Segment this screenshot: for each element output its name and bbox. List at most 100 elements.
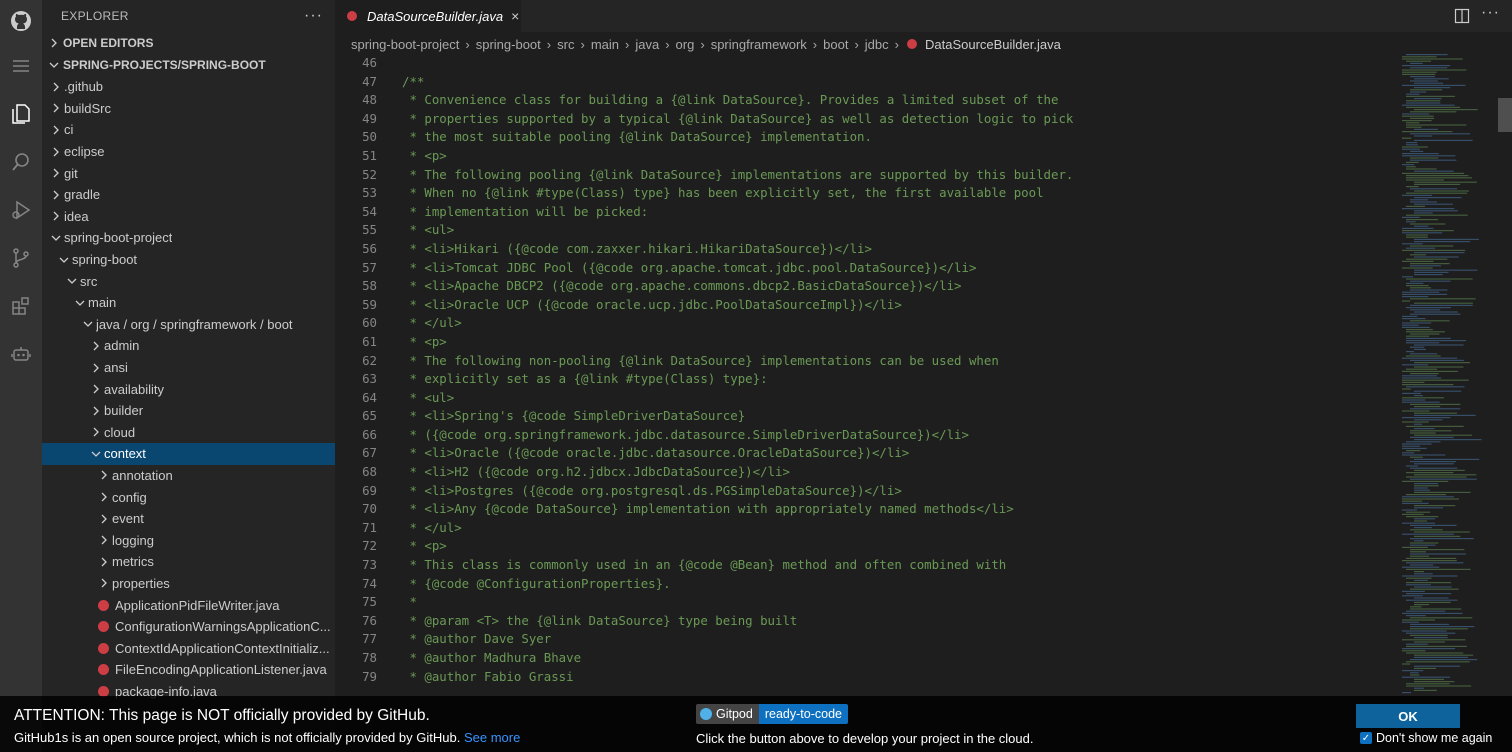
gitpod-badge[interactable]: Gitpod ready-to-code — [696, 704, 848, 724]
folder-item[interactable]: .github — [42, 76, 335, 98]
breadcrumb-separator-icon: › — [700, 36, 705, 52]
line-number: 51 — [362, 147, 377, 163]
folder-item[interactable]: main — [42, 292, 335, 314]
folder-item[interactable]: context — [42, 443, 335, 465]
folder-item[interactable]: java / org / springframework / boot — [42, 314, 335, 336]
breadcrumb-item[interactable]: main — [591, 37, 619, 52]
code-line: 50 * the most suitable pooling {@link Da… — [335, 128, 1405, 147]
code-view[interactable]: 46 47 /** 48 * Convenience class for buildi… — [335, 54, 1405, 686]
folder-item[interactable]: cloud — [42, 422, 335, 444]
breadcrumb-item[interactable]: jdbc — [865, 37, 889, 52]
breadcrumb: spring-boot-project › spring-boot › src › main… — [335, 32, 1512, 56]
folder-item[interactable]: ci — [42, 119, 335, 141]
tree-item-label: src — [80, 273, 98, 289]
folder-item[interactable]: src — [42, 270, 335, 292]
github-icon[interactable] — [0, 0, 42, 42]
code-line: 48 * Convenience class for building a {@… — [335, 91, 1405, 110]
line-text: * <p> — [402, 147, 447, 163]
folder-item[interactable]: properties — [42, 573, 335, 595]
tree-item-label: gradle — [64, 187, 101, 203]
code-line: 60 * </ul> — [335, 314, 1405, 333]
folder-item[interactable]: admin — [42, 335, 335, 357]
line-number: 67 — [362, 445, 377, 461]
breadcrumb-item[interactable]: boot — [823, 37, 848, 52]
close-icon[interactable]: × — [511, 8, 519, 24]
folder-item[interactable]: buildSrc — [42, 98, 335, 120]
folder-item[interactable]: ansi — [42, 357, 335, 379]
tab-datasourcebuilder[interactable]: DataSourceBuilder.java × — [335, 0, 521, 32]
tree-item-label: ApplicationPidFileWriter.java — [115, 597, 280, 613]
robot-icon[interactable] — [0, 330, 42, 378]
menu-icon[interactable] — [0, 42, 42, 90]
line-number: 68 — [362, 464, 377, 480]
open-editors-section[interactable]: OPEN EDITORS — [42, 32, 335, 54]
folder-item[interactable]: git — [42, 162, 335, 184]
folder-item[interactable]: config — [42, 486, 335, 508]
line-number: 66 — [362, 426, 377, 442]
line-text: * The following pooling {@link DataSourc… — [402, 166, 1074, 182]
line-text: /** — [402, 73, 425, 89]
source-control-icon[interactable] — [0, 234, 42, 282]
code-line: 77 * @author Dave Syer — [335, 630, 1405, 649]
breadcrumb-item[interactable]: java — [635, 37, 659, 52]
chevron-right-icon — [48, 103, 64, 113]
breadcrumb-item[interactable]: org — [676, 37, 695, 52]
dont-show-label: Don't show me again — [1376, 731, 1493, 745]
breadcrumb-separator-icon: › — [465, 36, 470, 52]
line-number: 58 — [362, 278, 377, 294]
see-more-link[interactable]: See more — [464, 730, 520, 745]
extensions-icon[interactable] — [0, 282, 42, 330]
folder-item[interactable]: spring-boot — [42, 249, 335, 271]
line-number: 53 — [362, 185, 377, 201]
chevron-right-icon — [48, 82, 64, 92]
code-line: 59 * <li>Oracle UCP ({@code oracle.ucp.j… — [335, 296, 1405, 315]
folder-item[interactable]: gradle — [42, 184, 335, 206]
breadcrumb-item[interactable]: spring-boot — [476, 37, 541, 52]
banner-subtitle: GitHub1s is an open source project, whic… — [14, 730, 520, 745]
tree-item-label: config — [112, 489, 147, 505]
folder-item[interactable]: builder — [42, 400, 335, 422]
folder-item[interactable]: logging — [42, 529, 335, 551]
folder-item[interactable]: spring-boot-project — [42, 227, 335, 249]
folder-item[interactable]: metrics — [42, 551, 335, 573]
folder-item[interactable]: eclipse — [42, 141, 335, 163]
folder-item[interactable]: availability — [42, 378, 335, 400]
gitpod-name-text: Gitpod — [716, 707, 753, 721]
more-actions-icon[interactable]: ··· — [304, 7, 323, 25]
breadcrumb-item[interactable]: DataSourceBuilder.java — [925, 37, 1061, 52]
split-editor-icon[interactable] — [1454, 8, 1470, 24]
ok-button[interactable]: OK — [1356, 704, 1460, 728]
line-number: 54 — [362, 203, 377, 219]
folder-item[interactable]: event — [42, 508, 335, 530]
line-text: * — [402, 594, 417, 610]
file-item[interactable]: ApplicationPidFileWriter.java — [42, 594, 335, 616]
file-item[interactable]: ConfigurationWarningsApplicationC... — [42, 616, 335, 638]
tab-label: DataSourceBuilder.java — [367, 8, 504, 24]
search-icon[interactable] — [0, 138, 42, 186]
file-item[interactable]: FileEncodingApplicationListener.java — [42, 659, 335, 681]
editor-more-icon[interactable]: ··· — [1481, 4, 1500, 22]
gitpod-logo-icon — [700, 708, 712, 720]
breadcrumb-item[interactable]: src — [557, 37, 574, 52]
explorer-icon[interactable] — [0, 90, 42, 138]
file-item[interactable]: ContextIdApplicationContextInitializ... — [42, 637, 335, 659]
line-text: * <li>Postgres ({@code org.postgresql.ds… — [402, 482, 902, 498]
tree-item-label: cloud — [104, 424, 136, 440]
breadcrumb-item[interactable]: spring-boot-project — [351, 37, 459, 52]
breadcrumb-separator-icon: › — [894, 36, 899, 52]
code-line: 62 * The following non-pooling {@link Da… — [335, 352, 1405, 371]
dont-show-again-checkbox[interactable]: ✓ Don't show me again — [1360, 731, 1492, 745]
line-text: * The following non-pooling {@link DataS… — [402, 352, 999, 368]
line-text: * When no {@link #type(Class) type} has … — [402, 185, 1044, 201]
explorer-sidebar: EXPLORER ··· OPEN EDITORS SPRING-PROJECT… — [42, 0, 335, 752]
line-number: 61 — [362, 333, 377, 349]
breadcrumb-item[interactable]: springframework — [711, 37, 807, 52]
workspace-section[interactable]: SPRING-PROJECTS/SPRING-BOOT — [42, 54, 335, 76]
scrollbar-thumb[interactable] — [1498, 98, 1512, 132]
run-debug-icon[interactable] — [0, 186, 42, 234]
folder-item[interactable]: annotation — [42, 465, 335, 487]
tree-item-label: annotation — [112, 467, 173, 483]
minimap[interactable] — [1402, 54, 1498, 694]
folder-item[interactable]: idea — [42, 206, 335, 228]
code-line: 72 * <p> — [335, 537, 1405, 556]
